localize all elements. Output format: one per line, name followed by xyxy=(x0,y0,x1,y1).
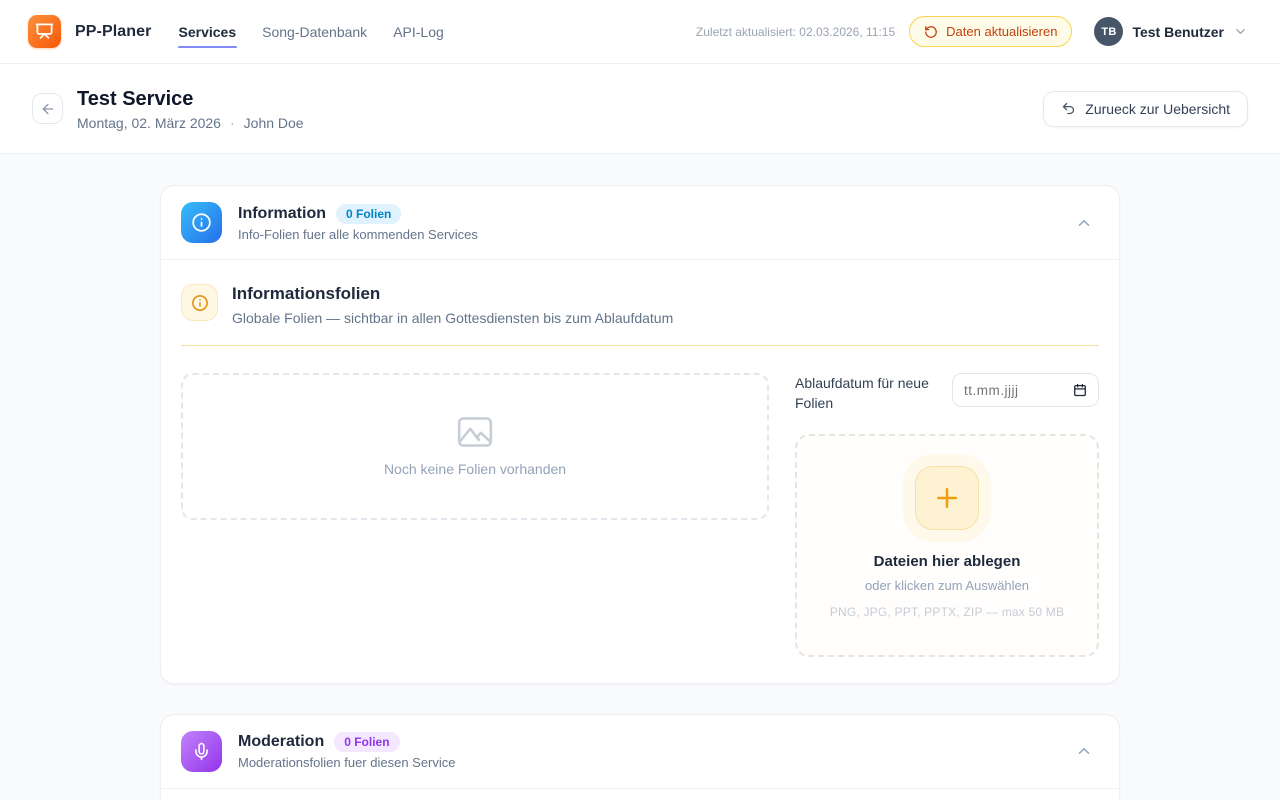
user-name: Test Benutzer xyxy=(1132,24,1224,40)
informationsfolien-subtitle: Globale Folien — sichtbar in allen Gotte… xyxy=(232,310,673,326)
brand: PP-Planer xyxy=(28,15,152,48)
info-circle-icon xyxy=(181,202,222,243)
amber-divider xyxy=(181,345,1099,346)
information-right-column: Ablaufdatum für neue Folien xyxy=(795,373,1099,657)
chevron-down-icon xyxy=(1233,24,1248,39)
page-subtitle: Montag, 02. März 2026 · John Doe xyxy=(77,115,304,131)
informationsfolien-title: Informationsfolien xyxy=(232,284,673,304)
information-slide-count-badge: 0 Folien xyxy=(336,204,401,224)
chevron-up-icon xyxy=(1075,742,1093,760)
calendar-icon[interactable] xyxy=(1073,383,1087,397)
refresh-button-label: Daten aktualisieren xyxy=(946,24,1057,39)
microphone-icon xyxy=(181,731,222,772)
dot-separator: · xyxy=(230,115,235,131)
nav-item-api-log[interactable]: API-Log xyxy=(392,3,445,61)
service-author: John Doe xyxy=(244,115,304,131)
app-logo[interactable] xyxy=(28,15,61,48)
main-content: Information 0 Folien Info-Folien fuer al… xyxy=(0,154,1280,800)
informationsfolien-section-text: Informationsfolien Globale Folien — sich… xyxy=(232,284,673,326)
information-card-body: Informationsfolien Globale Folien — sich… xyxy=(161,260,1119,683)
presentation-icon xyxy=(35,22,54,41)
refresh-icon xyxy=(924,25,938,39)
expiry-date-label: Ablaufdatum für neue Folien xyxy=(795,373,938,414)
informationsfolien-section-header: Informationsfolien Globale Folien — sich… xyxy=(181,284,1099,326)
information-collapse-button[interactable] xyxy=(1069,208,1099,238)
chevron-up-icon xyxy=(1075,214,1093,232)
moderation-card-head-text: Moderation 0 Folien Moderationsfolien fu… xyxy=(238,732,1053,770)
last-updated-text: Zuletzt aktualisiert: 02.03.2026, 11:15 xyxy=(696,25,895,39)
main-nav: Services Song-Datenbank API-Log xyxy=(178,3,445,61)
back-to-overview-label: Zurueck zur Uebersicht xyxy=(1085,101,1230,117)
information-card: Information 0 Folien Info-Folien fuer al… xyxy=(160,185,1120,684)
expiry-date-row: Ablaufdatum für neue Folien xyxy=(795,373,1099,414)
arrow-left-icon xyxy=(40,101,56,117)
dropzone-filetypes-hint: PNG, JPG, PPT, PPTX, ZIP — max 50 MB xyxy=(811,605,1083,619)
nav-item-song-datenbank[interactable]: Song-Datenbank xyxy=(261,3,368,61)
moderation-card: Moderation 0 Folien Moderationsfolien fu… xyxy=(160,714,1120,800)
nav-item-services[interactable]: Services xyxy=(178,3,238,61)
back-to-overview-button[interactable]: Zurueck zur Uebersicht xyxy=(1043,91,1248,127)
dropzone-title: Dateien hier ablegen xyxy=(811,553,1083,570)
file-dropzone[interactable]: Dateien hier ablegen oder klicken zum Au… xyxy=(795,434,1099,657)
information-card-header[interactable]: Information 0 Folien Info-Folien fuer al… xyxy=(161,186,1119,260)
back-button[interactable] xyxy=(32,93,63,124)
information-columns: Noch keine Folien vorhanden Ablaufdatum … xyxy=(181,373,1099,657)
top-navigation-bar: PP-Planer Services Song-Datenbank API-Lo… xyxy=(0,0,1280,64)
image-placeholder-icon xyxy=(456,416,494,448)
page-header: Test Service Montag, 02. März 2026 · Joh… xyxy=(0,64,1280,154)
user-menu[interactable]: TB Test Benutzer xyxy=(1094,17,1248,46)
moderation-card-subtitle: Moderationsfolien fuer diesen Service xyxy=(238,755,1053,770)
information-card-title: Information xyxy=(238,205,326,223)
info-circle-icon xyxy=(181,284,218,321)
moderation-card-header[interactable]: Moderation 0 Folien Moderationsfolien fu… xyxy=(161,715,1119,789)
service-date: Montag, 02. März 2026 xyxy=(77,115,221,131)
empty-state-text: Noch keine Folien vorhanden xyxy=(384,461,566,477)
information-card-subtitle: Info-Folien fuer alle kommenden Services xyxy=(238,227,1053,242)
undo-arrow-icon xyxy=(1061,101,1076,116)
refresh-data-button[interactable]: Daten aktualisieren xyxy=(909,16,1072,47)
expiry-date-input-wrapper xyxy=(952,373,1099,407)
page-title-block: Test Service Montag, 02. März 2026 · Joh… xyxy=(77,87,304,131)
moderation-collapse-button[interactable] xyxy=(1069,736,1099,766)
information-card-head-text: Information 0 Folien Info-Folien fuer al… xyxy=(238,204,1053,242)
topbar-right: Zuletzt aktualisiert: 02.03.2026, 11:15 … xyxy=(696,16,1248,47)
slides-empty-state: Noch keine Folien vorhanden xyxy=(181,373,769,520)
page-title: Test Service xyxy=(77,87,304,111)
plus-icon xyxy=(915,466,979,530)
expiry-date-input[interactable] xyxy=(964,383,1067,398)
moderation-card-body: Moderationsfolien xyxy=(161,789,1119,800)
dropzone-subtitle: oder klicken zum Auswählen xyxy=(811,578,1083,593)
avatar: TB xyxy=(1094,17,1123,46)
app-name: PP-Planer xyxy=(75,23,152,41)
moderation-slide-count-badge: 0 Folien xyxy=(334,732,399,752)
moderation-card-title: Moderation xyxy=(238,733,324,751)
